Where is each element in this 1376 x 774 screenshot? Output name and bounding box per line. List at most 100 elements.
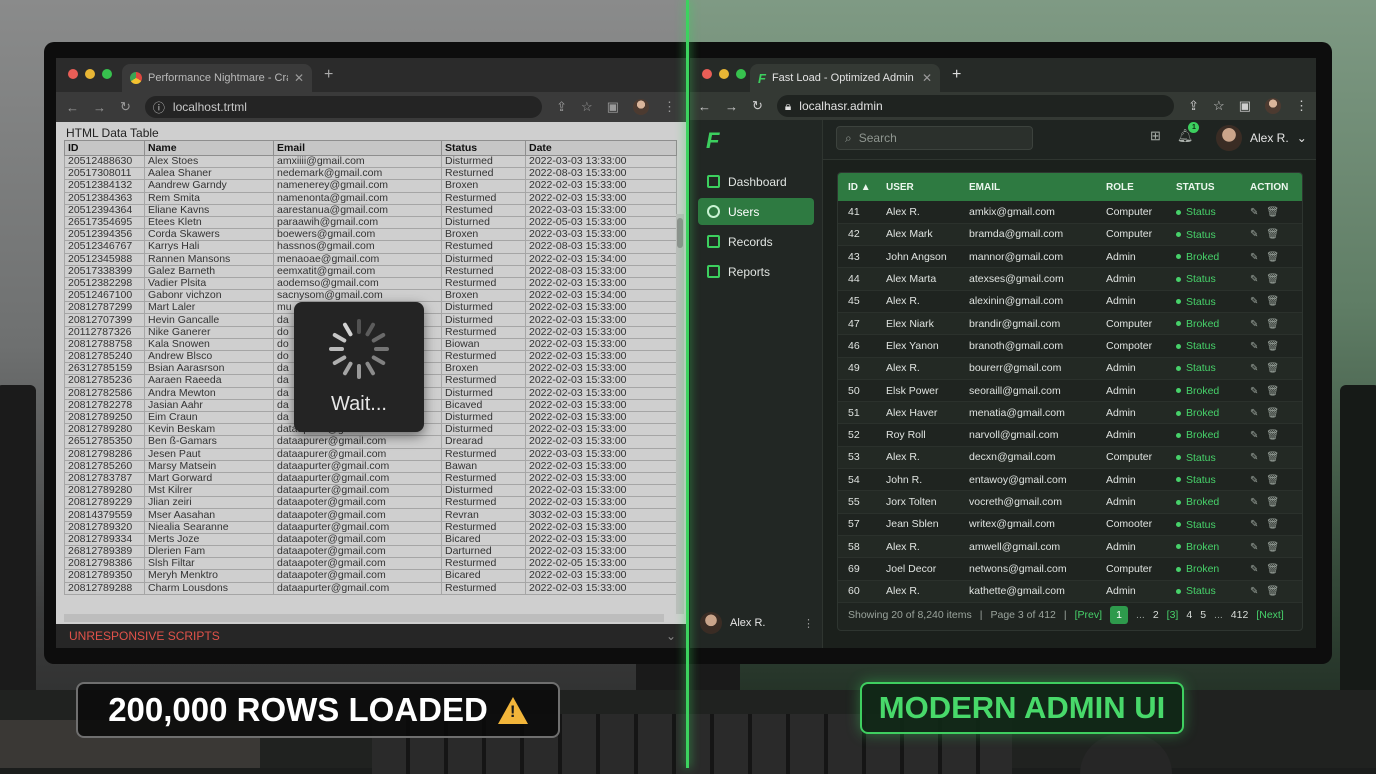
trash-icon[interactable]: 🗑︎ bbox=[1266, 319, 1287, 330]
table-row[interactable]: 53 Alex R. decxn@gmail.com Computer Status ✎🗑… bbox=[838, 446, 1302, 470]
edit-icon[interactable]: ✎ bbox=[1250, 586, 1266, 597]
vertical-scrollbar[interactable] bbox=[676, 214, 684, 614]
forward-icon[interactable]: → bbox=[93, 100, 106, 115]
bell-icon[interactable]: 🔔︎ 1 bbox=[1177, 122, 1200, 144]
table-row[interactable]: 55 Jorx Tolten vocreth@gmail.com Admin Broke… bbox=[838, 490, 1302, 514]
table-row[interactable]: 44 Alex Marta atexses@gmail.com Admin Status… bbox=[838, 267, 1302, 291]
table-row[interactable]: 51 Alex Haver menatia@gmail.com Admin Broked… bbox=[838, 401, 1302, 425]
share-icon[interactable]: ⇪ bbox=[1188, 98, 1199, 114]
maximize-window-button[interactable] bbox=[736, 69, 746, 79]
page-button-current[interactable]: 1 bbox=[1110, 606, 1129, 624]
column-header[interactable]: Name bbox=[144, 140, 274, 156]
edit-icon[interactable]: ✎ bbox=[1250, 207, 1266, 218]
trash-icon[interactable]: 🗑︎ bbox=[1266, 296, 1287, 307]
share-icon[interactable]: ⇪ bbox=[556, 99, 567, 115]
page-button-2[interactable]: 2 bbox=[1153, 609, 1159, 621]
url-input[interactable]: 🔒︎ localhasr.admin bbox=[776, 95, 1175, 117]
prev-page-button[interactable]: [Prev] bbox=[1075, 609, 1102, 621]
table-row[interactable]: 46 Elex Yanon branoth@gmail.com Compoter Sta… bbox=[838, 334, 1302, 358]
trash-icon[interactable]: 🗑︎ bbox=[1266, 386, 1287, 397]
forward-icon[interactable]: → bbox=[725, 99, 738, 114]
reload-icon[interactable]: ↻ bbox=[120, 99, 131, 115]
chevron-down-icon[interactable]: ⌄ bbox=[666, 629, 676, 643]
table-row[interactable]: 45 Alex R. alexinin@gmail.com Admin Status ✎🗑… bbox=[838, 290, 1302, 313]
page-button-last[interactable]: 412 bbox=[1231, 609, 1249, 621]
page-button-3[interactable]: [3] bbox=[1167, 609, 1179, 621]
table-row[interactable]: 60 Alex R. kathette@gmail.com Admin Status ✎🗑… bbox=[838, 580, 1302, 603]
close-tab-icon[interactable]: ✕ bbox=[922, 71, 932, 85]
back-icon[interactable]: ← bbox=[66, 100, 79, 115]
column-header[interactable]: ROLE bbox=[1096, 173, 1166, 201]
edit-icon[interactable]: ✎ bbox=[1250, 252, 1266, 263]
edit-icon[interactable]: ✎ bbox=[1250, 363, 1266, 374]
trash-icon[interactable]: 🗑︎ bbox=[1266, 252, 1287, 263]
column-header[interactable]: Status bbox=[441, 140, 526, 156]
trash-icon[interactable]: 🗑︎ bbox=[1266, 475, 1287, 486]
edit-icon[interactable]: ✎ bbox=[1250, 475, 1266, 486]
app-logo[interactable]: F bbox=[706, 128, 719, 154]
menu-icon[interactable]: ⋮ bbox=[1295, 98, 1308, 114]
edit-icon[interactable]: ✎ bbox=[1250, 497, 1266, 508]
sidebar-toggle-icon[interactable]: ▣ bbox=[607, 99, 619, 115]
trash-icon[interactable]: 🗑︎ bbox=[1266, 207, 1287, 218]
browser-tab[interactable]: Performance Nightmare - Crash ✕ bbox=[122, 64, 312, 92]
column-header[interactable]: ID bbox=[64, 140, 145, 156]
edit-icon[interactable]: ✎ bbox=[1250, 452, 1266, 463]
sidebar-toggle-icon[interactable]: ▣ bbox=[1239, 98, 1251, 114]
close-window-button[interactable] bbox=[702, 69, 712, 79]
edit-icon[interactable]: ✎ bbox=[1250, 564, 1266, 575]
column-header[interactable]: EMAIL bbox=[959, 173, 1096, 201]
search-input[interactable]: ⌕ Search bbox=[836, 126, 1033, 150]
lock-icon[interactable]: 🔒︎ bbox=[785, 99, 791, 114]
site-info-icon[interactable]: ⓘ bbox=[153, 99, 165, 116]
table-row[interactable]: 47 Elex Niark brandir@gmail.com Computer Bro… bbox=[838, 312, 1302, 336]
bookmark-star-icon[interactable]: ☆ bbox=[1213, 98, 1225, 114]
profile-avatar[interactable] bbox=[633, 99, 649, 115]
minimize-window-button[interactable] bbox=[719, 69, 729, 79]
minimize-window-button[interactable] bbox=[85, 69, 95, 79]
trash-icon[interactable]: 🗑︎ bbox=[1266, 274, 1287, 285]
page-button-5[interactable]: 5 bbox=[1200, 609, 1206, 621]
trash-icon[interactable]: 🗑︎ bbox=[1266, 363, 1287, 374]
edit-icon[interactable]: ✎ bbox=[1250, 229, 1266, 240]
edit-icon[interactable]: ✎ bbox=[1250, 430, 1266, 441]
edit-icon[interactable]: ✎ bbox=[1250, 341, 1266, 352]
url-input[interactable]: ⓘ localhost.trtml bbox=[144, 96, 543, 118]
grid-icon[interactable]: ⊞ bbox=[1150, 128, 1161, 144]
edit-icon[interactable]: ✎ bbox=[1250, 386, 1266, 397]
table-row[interactable]: 52 Roy Roll narvoll@gmail.com Admin Broked ✎🗑… bbox=[838, 423, 1302, 447]
back-icon[interactable]: ← bbox=[698, 99, 711, 114]
bookmark-star-icon[interactable]: ☆ bbox=[581, 99, 593, 115]
sidebar-user[interactable]: Alex R. ⋮ bbox=[700, 612, 814, 634]
new-tab-icon[interactable]: + bbox=[324, 66, 333, 84]
trash-icon[interactable]: 🗑︎ bbox=[1266, 229, 1287, 240]
trash-icon[interactable]: 🗑︎ bbox=[1266, 341, 1287, 352]
trash-icon[interactable]: 🗑︎ bbox=[1266, 408, 1287, 419]
more-options-icon[interactable]: ⋮ bbox=[803, 617, 814, 630]
edit-icon[interactable]: ✎ bbox=[1250, 542, 1266, 553]
column-header[interactable]: ID ▲ bbox=[838, 173, 876, 201]
trash-icon[interactable]: 🗑︎ bbox=[1266, 586, 1287, 597]
trash-icon[interactable]: 🗑︎ bbox=[1266, 430, 1287, 441]
maximize-window-button[interactable] bbox=[102, 69, 112, 79]
table-row[interactable]: 54 John R. entawoy@gmail.com Admin Status ✎🗑︎ bbox=[838, 468, 1302, 492]
trash-icon[interactable]: 🗑︎ bbox=[1266, 452, 1287, 463]
edit-icon[interactable]: ✎ bbox=[1250, 296, 1266, 307]
table-row[interactable]: 43 John Angson mannor@gmail.com Admin Broked… bbox=[838, 245, 1302, 269]
profile-avatar[interactable] bbox=[1265, 98, 1281, 114]
column-header[interactable]: Date bbox=[525, 140, 677, 156]
table-row[interactable]: 41 Alex R. amkix@gmail.com Computer Status ✎🗑… bbox=[838, 201, 1302, 224]
sidebar-item-users[interactable]: Users bbox=[698, 198, 814, 225]
column-header[interactable]: USER bbox=[876, 173, 959, 201]
horizontal-scrollbar[interactable] bbox=[64, 614, 664, 622]
trash-icon[interactable]: 🗑︎ bbox=[1266, 564, 1287, 575]
page-button-4[interactable]: 4 bbox=[1186, 609, 1192, 621]
table-row[interactable]: 49 Alex R. bourerr@gmail.com Admin Status ✎🗑︎ bbox=[838, 357, 1302, 380]
sidebar-item-records[interactable]: Records bbox=[698, 228, 814, 255]
edit-icon[interactable]: ✎ bbox=[1250, 319, 1266, 330]
edit-icon[interactable]: ✎ bbox=[1250, 519, 1266, 530]
column-header[interactable]: ACTION bbox=[1240, 173, 1302, 201]
user-menu[interactable]: Alex R. ⌄ bbox=[1216, 125, 1307, 151]
table-row[interactable]: 69 Joel Decor netwons@gmail.com Computer Bro… bbox=[838, 557, 1302, 581]
close-tab-icon[interactable]: ✕ bbox=[294, 71, 304, 85]
